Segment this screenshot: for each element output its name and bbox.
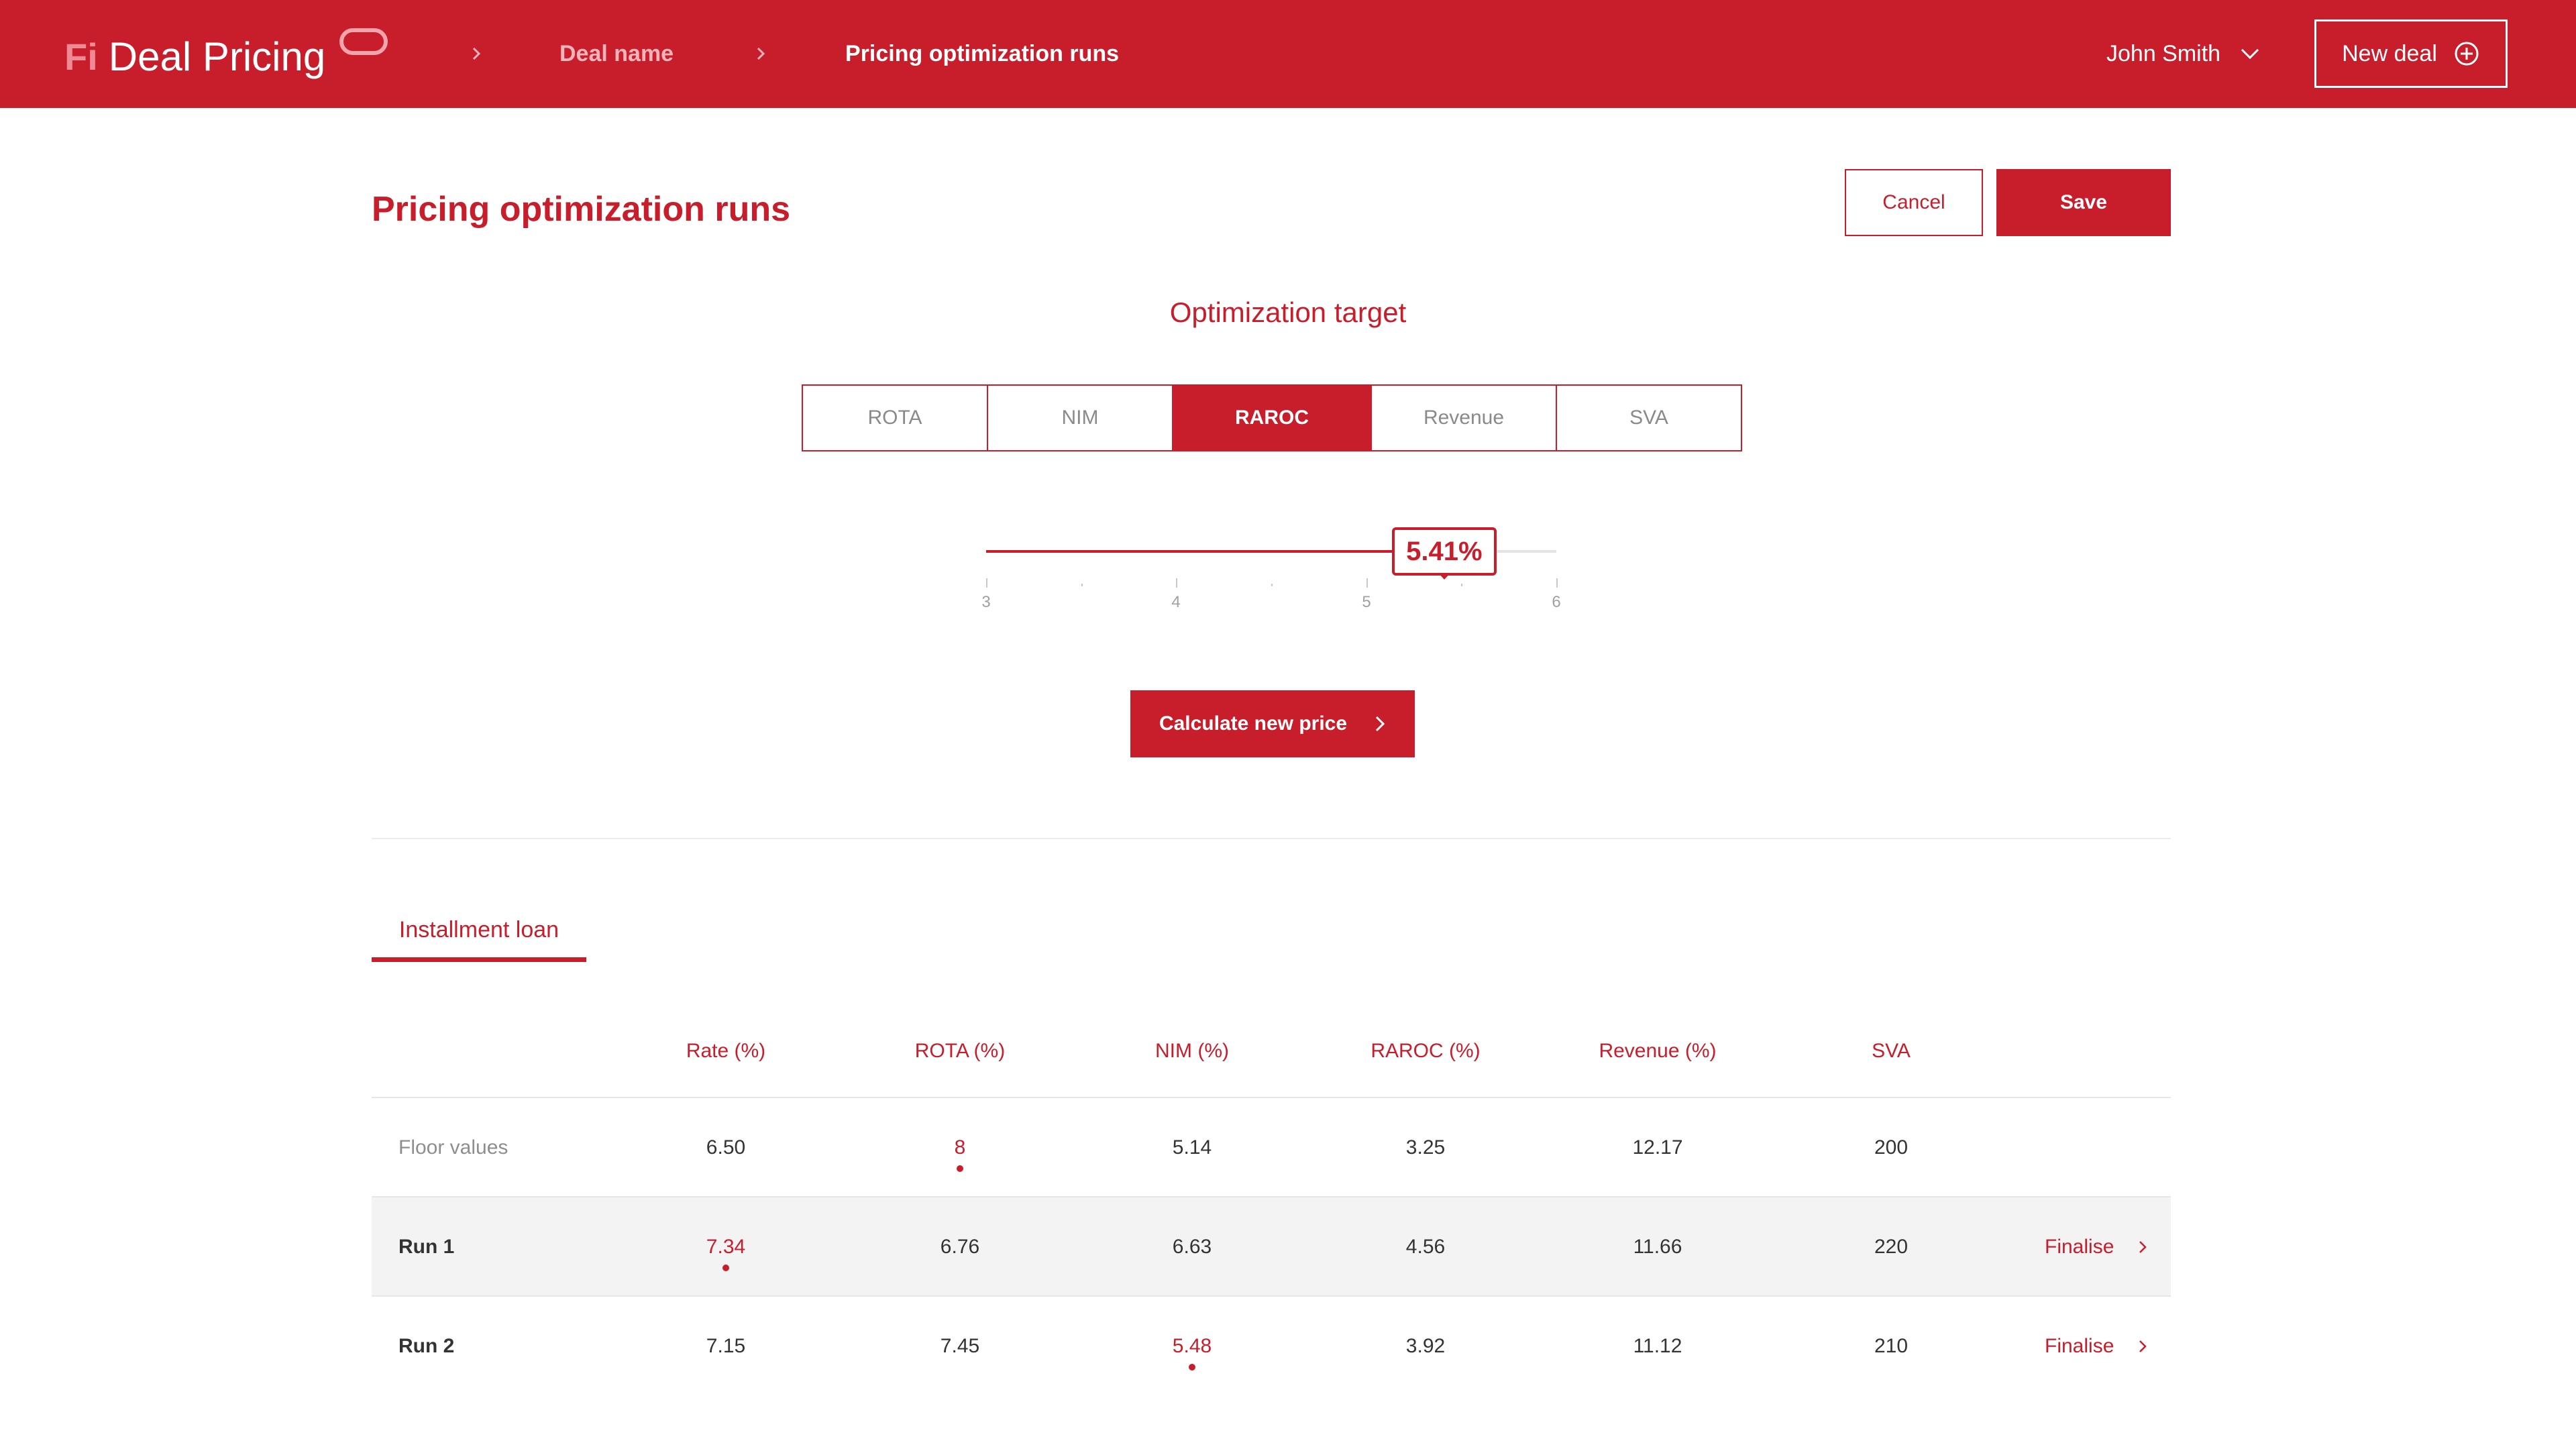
row-label: Run 2 — [398, 1335, 455, 1357]
table-cell: 200 — [1874, 1136, 1909, 1159]
brand-fi: Fi — [64, 35, 98, 78]
slider-tick-minor — [1271, 584, 1273, 586]
runs-table: Rate (%) ROTA (%) NIM (%) RAROC (%) Reve… — [372, 1020, 2171, 1396]
calculate-new-price-button[interactable]: Calculate new price — [1130, 690, 1415, 757]
chevron-right-icon — [1375, 716, 1385, 732]
table-cell: 7.15 — [706, 1335, 746, 1357]
new-deal-button[interactable]: New deal — [2314, 19, 2508, 88]
column-header-sva: SVA — [1872, 1040, 1911, 1062]
table-cell: 6.50 — [706, 1136, 746, 1159]
chevron-right-icon — [2139, 1340, 2147, 1352]
page-title: Pricing optimization runs — [372, 190, 791, 229]
finalise-link[interactable]: Finalise — [2045, 1197, 2147, 1297]
finalise-label: Finalise — [2045, 1335, 2114, 1357]
column-header-rate: Rate (%) — [686, 1040, 766, 1062]
brand-oval-icon — [339, 28, 388, 55]
finalise-label: Finalise — [2045, 1236, 2114, 1258]
target-option-rota[interactable]: ROTA — [803, 386, 988, 450]
calculate-label: Calculate new price — [1159, 712, 1348, 735]
table-cell: 3.25 — [1405, 1136, 1446, 1159]
table-cell: 210 — [1874, 1335, 1909, 1357]
table-cell: 4.56 — [1405, 1236, 1446, 1258]
table-cell: 7.34 — [706, 1236, 746, 1258]
slider-tick-label: 3 — [981, 593, 991, 611]
save-button[interactable]: Save — [1996, 169, 2171, 236]
highlight-dot — [957, 1165, 963, 1172]
row-label: Run 1 — [398, 1236, 455, 1258]
column-header-revenue: Revenue (%) — [1599, 1040, 1717, 1062]
user-name: John Smith — [2106, 40, 2221, 66]
optimization-target-title: Optimization target — [1169, 297, 1407, 328]
column-header-rota: ROTA (%) — [914, 1040, 1006, 1062]
table-cell: 6.76 — [940, 1236, 980, 1258]
breadcrumb-current: Pricing optimization runs — [845, 41, 1120, 66]
table-cell: 12.17 — [1632, 1136, 1683, 1159]
table-cell: 11.12 — [1633, 1335, 1682, 1357]
table-cell: 8 — [954, 1136, 966, 1159]
breadcrumb-deal-name[interactable]: Deal name — [559, 38, 674, 70]
slider-tick-minor — [1461, 584, 1462, 586]
slider-value-handle[interactable]: 5.41% — [1391, 527, 1497, 576]
table-cell: 220 — [1874, 1236, 1909, 1258]
user-menu[interactable]: John Smith — [2106, 38, 2261, 70]
highlight-dot — [1189, 1364, 1195, 1371]
target-option-raroc[interactable]: RAROC — [1173, 386, 1372, 450]
target-option-sva[interactable]: SVA — [1557, 386, 1741, 450]
highlight-dot — [722, 1265, 729, 1271]
table-header: Rate (%) ROTA (%) NIM (%) RAROC (%) Reve… — [372, 1020, 2171, 1098]
table-cell: 3.92 — [1405, 1335, 1446, 1357]
plus-circle-icon — [2455, 42, 2479, 66]
chevron-right-icon — [2139, 1241, 2147, 1253]
target-option-revenue[interactable]: Revenue — [1372, 386, 1557, 450]
slider-tick — [1556, 578, 1558, 588]
table-row: Run 1 7.34 6.76 6.63 4.56 11.66 220 Fina… — [372, 1197, 2171, 1297]
optimization-target-selector: ROTA NIM RAROC Revenue SVA — [802, 384, 1742, 451]
row-label: Floor values — [398, 1136, 508, 1159]
table-cell: 7.45 — [940, 1335, 980, 1357]
slider-tick-label: 4 — [1171, 593, 1181, 611]
table-cell: 5.14 — [1172, 1136, 1212, 1159]
table-cell: 11.66 — [1633, 1236, 1682, 1258]
slider-tick-label: 5 — [1362, 593, 1371, 611]
slider-tick-label: 6 — [1552, 593, 1561, 611]
top-bar: Fi Deal Pricing Deal name Pricing optimi… — [0, 0, 2576, 108]
table-cell: 6.63 — [1172, 1236, 1212, 1258]
table-row: Run 2 7.15 7.45 5.48 3.92 11.12 210 Fina… — [372, 1297, 2171, 1396]
brand-name: Deal Pricing — [108, 34, 326, 79]
chevron-right-icon — [463, 38, 490, 70]
target-slider[interactable]: 3 4 5 6 5.41% — [979, 523, 1563, 617]
chevron-down-icon — [2241, 48, 2259, 60]
slider-tick-minor — [1081, 584, 1083, 586]
column-header-raroc: RAROC (%) — [1371, 1040, 1481, 1062]
target-option-nim[interactable]: NIM — [988, 386, 1173, 450]
slider-tick — [1176, 578, 1177, 588]
brand-logo[interactable]: Fi Deal Pricing — [64, 28, 388, 83]
table-row: Floor values 6.50 8 5.14 3.25 12.17 200 — [372, 1098, 2171, 1197]
slider-fill — [986, 550, 1444, 553]
slider-tick — [986, 578, 987, 588]
slider-tick — [1366, 578, 1368, 588]
finalise-link[interactable]: Finalise — [2045, 1297, 2147, 1396]
column-header-nim: NIM (%) — [1155, 1040, 1229, 1062]
tab-installment-loan[interactable]: Installment loan — [372, 914, 586, 962]
cancel-button[interactable]: Cancel — [1845, 169, 1983, 236]
new-deal-label: New deal — [2342, 40, 2437, 66]
section-divider — [372, 838, 2171, 839]
slider-pointer — [1438, 573, 1450, 580]
chevron-right-icon — [747, 38, 774, 70]
table-cell: 5.48 — [1172, 1335, 1212, 1357]
